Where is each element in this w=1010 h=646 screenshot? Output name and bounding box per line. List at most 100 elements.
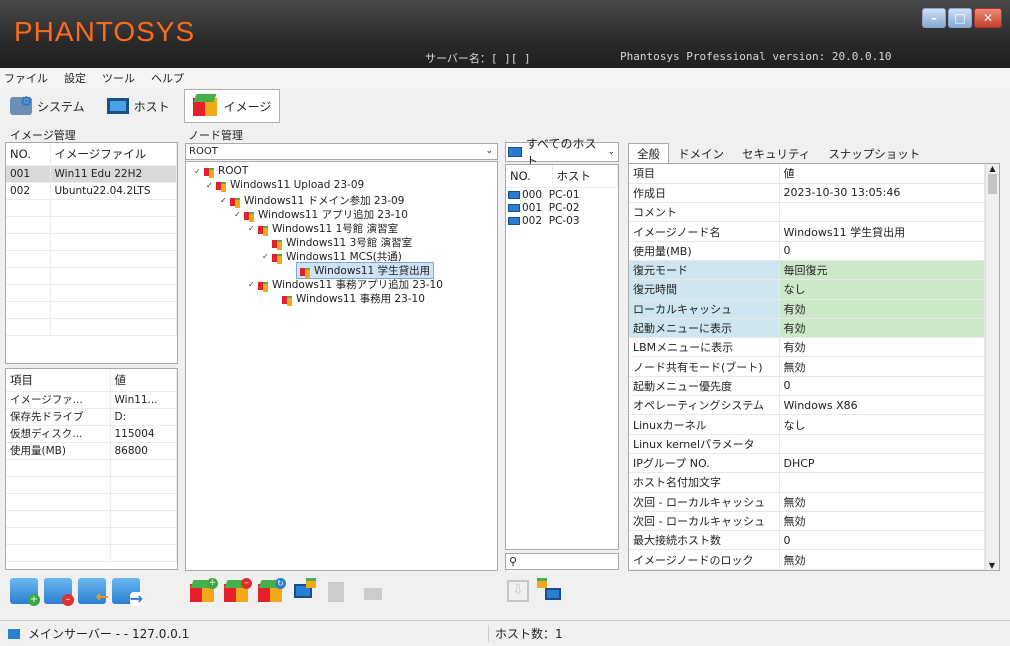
list-item: 仮想ディスク... 115004 <box>6 425 177 443</box>
tab-system[interactable]: システム <box>2 89 93 123</box>
menu-help[interactable]: ヘルプ <box>151 70 184 86</box>
host-actions: ⇩ <box>507 578 563 604</box>
version-label: Phantosys Professional version: 20.0.0.1… <box>620 50 892 63</box>
tab-image-label: イメージ <box>223 99 272 114</box>
node-tree[interactable]: ✓ ROOT ✓ Windows11 Upload 23-09 ✓ Windows11… <box>185 161 498 571</box>
menu-settings[interactable]: 設定 <box>64 70 86 86</box>
export-image-icon[interactable]: → <box>112 578 143 607</box>
tree-node[interactable]: ✓ Windows11 事務アプリ追加 23-10 <box>248 277 443 292</box>
add-image-icon[interactable]: + <box>10 578 40 606</box>
scroll-down-icon[interactable]: ▼ <box>986 561 998 570</box>
image-mgmt-title: イメージ管理 <box>10 129 76 142</box>
table-row[interactable]: 001 Win11 Edu 22H2 <box>6 165 177 183</box>
tree-node[interactable]: ✓ Windows11 ドメイン参加 23-09 <box>220 193 404 208</box>
property-tabs: 全般 ドメイン セキュリティ スナップショット <box>628 143 929 165</box>
chevron-down-icon[interactable]: ⌄ <box>485 144 493 159</box>
node-mgmt-title: ノード管理 <box>188 129 243 142</box>
host-search-input[interactable]: ⚲ <box>505 553 619 570</box>
property-grid[interactable]: 項目値 作成日 2023-10-30 13:05:46 コメント イメージノード名… <box>628 163 1000 571</box>
import-image-icon[interactable]: ← <box>78 578 109 606</box>
monitor-icon <box>508 204 520 212</box>
cube-icon <box>272 252 283 264</box>
tab-domain[interactable]: ドメイン <box>669 143 733 165</box>
tree-node[interactable]: Windows11 事務用 23-10 <box>282 291 425 306</box>
assign-host-icon[interactable] <box>535 578 563 604</box>
root-select-value: ROOT <box>189 146 218 157</box>
image-cube-icon <box>192 94 219 118</box>
delete-image-icon[interactable]: – <box>44 578 74 606</box>
minimize-button[interactable]: – <box>922 8 946 28</box>
table-row[interactable]: 002 Ubuntu22.04.2LTS <box>6 182 177 200</box>
root-select[interactable]: ROOT ⌄ <box>185 143 498 160</box>
tree-node[interactable]: ✓ Windows11 1号館 演習室 <box>248 221 398 236</box>
list-item: 使用量(MB) 86800 <box>6 442 177 460</box>
close-button[interactable]: ✕ <box>974 8 1002 28</box>
scroll-up-icon[interactable]: ▲ <box>986 164 999 173</box>
list-item[interactable]: 000 PC-01 <box>508 189 580 202</box>
cube-icon <box>272 238 283 250</box>
image-no: 001 <box>6 165 51 183</box>
host-filter-select[interactable]: すべてのホスト ⌄ <box>505 137 619 168</box>
detail-col-value: 値 <box>110 369 177 392</box>
table-row: LBMメニューに表示 有効 <box>629 337 985 358</box>
col-image-file[interactable]: イメージファイル <box>50 143 177 166</box>
node-actions: + – ↻ <box>190 578 388 604</box>
delete-node-icon[interactable]: – <box>224 578 252 604</box>
table-row: オペレーティングシステム Windows X86 <box>629 395 985 416</box>
add-node-icon[interactable]: + <box>190 578 218 604</box>
chevron-down-icon[interactable]: ⌄ <box>607 147 615 157</box>
list-item[interactable]: 001 PC-02 <box>508 202 580 215</box>
table-row: 起動メニュー優先度 0 <box>629 376 985 397</box>
col-host-name[interactable]: ホスト <box>552 165 618 188</box>
table-row: 起動メニューに表示 有効 <box>629 318 985 339</box>
tab-host[interactable]: ホスト <box>99 89 178 123</box>
window-controls: – □ ✕ <box>922 8 1002 28</box>
edit-node-icon[interactable]: ↻ <box>258 578 286 604</box>
host-icon <box>106 98 129 114</box>
merge-node-icon <box>326 578 354 604</box>
menu-tools[interactable]: ツール <box>102 70 135 86</box>
scroll-thumb[interactable] <box>988 174 997 194</box>
maximize-button[interactable]: □ <box>948 8 972 28</box>
cube-icon <box>230 196 241 208</box>
host-count: ホスト数：1 <box>488 625 563 642</box>
tree-node[interactable]: Windows11 3号館 演習室 <box>272 235 412 250</box>
host-monitor-icon <box>508 147 522 157</box>
table-row: イメージノードのロック 無効 <box>629 549 985 570</box>
cube-icon <box>204 166 215 178</box>
server-status: メインサーバー - - 127.0.0.1 <box>28 627 190 641</box>
tab-general[interactable]: 全般 <box>628 143 669 165</box>
download-icon: ⇩ <box>507 580 529 602</box>
deploy-node-icon[interactable] <box>292 578 320 604</box>
status-bar: メインサーバー - - 127.0.0.1 ホスト数：1 <box>0 620 1010 646</box>
list-item[interactable]: 002 PC-03 <box>508 215 580 228</box>
monitor-icon <box>508 191 520 199</box>
col-no[interactable]: NO. <box>6 143 51 166</box>
tree-node[interactable]: ✓ Windows11 Upload 23-09 <box>206 179 364 192</box>
col-host-no[interactable]: NO. <box>506 165 553 188</box>
table-row: イメージノード名 Windows11 学生貸出用 <box>629 221 985 242</box>
tab-system-label: システム <box>37 99 85 114</box>
cube-icon <box>216 180 227 192</box>
list-item: 保存先ドライブ D: <box>6 408 177 426</box>
cube-icon <box>300 266 311 278</box>
tab-security[interactable]: セキュリティ <box>733 143 819 165</box>
lock-node-icon <box>360 578 388 604</box>
detail-col-item: 項目 <box>6 369 111 392</box>
image-name: Win11 Edu 22H2 <box>50 165 177 183</box>
tree-node[interactable]: ✓ ROOT <box>194 165 248 178</box>
menu-file[interactable]: ファイル <box>4 70 48 86</box>
host-list[interactable]: NO. ホスト 000 PC-01 001 PC-02 002 PC-03 <box>505 164 619 550</box>
tab-image[interactable]: イメージ <box>183 89 281 123</box>
table-row: 作成日 2023-10-30 13:05:46 <box>629 183 985 204</box>
app-logo: PHANTOSYS <box>14 16 196 47</box>
image-detail-panel: 項目 値 イメージファ... Win11... 保存先ドライブ D: 仮想ディスク.… <box>5 368 178 570</box>
menu-bar: ファイル 設定 ツール ヘルプ <box>0 68 1010 88</box>
search-icon: ⚲ <box>509 555 518 568</box>
tree-node[interactable]: ✓ Windows11 アプリ追加 23-10 <box>234 207 408 222</box>
scrollbar[interactable]: ▲ ▼ <box>985 164 999 570</box>
tab-host-label: ホスト <box>133 99 170 114</box>
tab-snapshot[interactable]: スナップショット <box>819 143 929 165</box>
table-row: ノード共有モード(ブート) 無効 <box>629 356 985 377</box>
image-list[interactable]: NO. イメージファイル 001 Win11 Edu 22H2 002 Ubun… <box>5 142 178 364</box>
